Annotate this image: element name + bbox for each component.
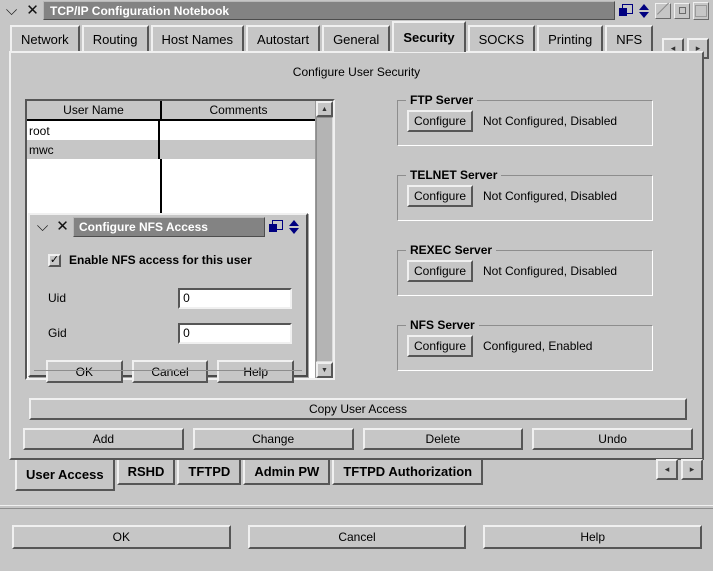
window-frame-icon[interactable] bbox=[693, 1, 709, 20]
group-content: Configure Not Configured, Disabled bbox=[407, 185, 617, 207]
minimize-icon[interactable]: ⌵ bbox=[34, 218, 51, 235]
user-list-rows: root mwc bbox=[27, 121, 315, 159]
restore-windows-icon[interactable] bbox=[267, 218, 283, 235]
bottom-tab-admin-pw[interactable]: Admin PW bbox=[243, 460, 331, 485]
nfs-titlebar-left-controls: ⌵ ✕ bbox=[32, 218, 71, 235]
nfs-titlebar-right-controls bbox=[267, 218, 304, 235]
scroll-down-button[interactable]: ▼ bbox=[316, 362, 333, 378]
group-label: TELNET Server bbox=[406, 168, 502, 182]
configure-button[interactable]: Configure bbox=[407, 260, 473, 282]
help-button[interactable]: Help bbox=[483, 525, 703, 549]
tab-general[interactable]: General bbox=[322, 25, 391, 52]
tab-autostart[interactable]: Autostart bbox=[246, 25, 321, 52]
group-label: REXEC Server bbox=[406, 243, 497, 257]
group-content: Configure Not Configured, Disabled bbox=[407, 260, 617, 282]
window-title-strip[interactable]: TCP/IP Configuration Notebook bbox=[43, 1, 615, 20]
nfs-dialog-title: Configure NFS Access bbox=[79, 219, 208, 234]
tab-routing[interactable]: Routing bbox=[81, 25, 149, 52]
footer-buttons: OK Cancel Help bbox=[12, 525, 703, 549]
user-list-row[interactable]: mwc bbox=[27, 140, 315, 159]
server-group-rexec: REXEC Server Configure Not Configured, Dis… bbox=[397, 243, 653, 296]
user-name-cell: root bbox=[27, 121, 160, 140]
small-window-icon[interactable] bbox=[674, 2, 690, 19]
cancel-button[interactable]: Cancel bbox=[247, 525, 467, 549]
close-icon[interactable]: ✕ bbox=[24, 2, 41, 19]
bottom-tab-tftpd-authorization[interactable]: TFTPD Authorization bbox=[332, 460, 484, 485]
configure-button[interactable]: Configure bbox=[407, 335, 473, 357]
tab-security[interactable]: Security bbox=[392, 21, 466, 52]
tab-network[interactable]: Network bbox=[10, 25, 80, 52]
nfs-dialog-body: ✓ Enable NFS access for this user Uid 0 … bbox=[32, 238, 304, 383]
column-header-user-name: User Name bbox=[27, 101, 162, 119]
server-group-nfs: NFS Server Configure Configured, Enabled bbox=[397, 318, 653, 371]
group-label: FTP Server bbox=[406, 93, 478, 107]
bottom-tab-next-button[interactable]: ▸ bbox=[681, 459, 703, 480]
uid-input[interactable]: 0 bbox=[178, 287, 292, 309]
page-title: Configure User Security bbox=[292, 65, 421, 79]
server-group-ftp: FTP Server Configure Not Configured, Disab… bbox=[397, 93, 653, 146]
up-down-arrows-icon[interactable] bbox=[286, 218, 302, 235]
uid-row: Uid 0 bbox=[48, 287, 292, 309]
status-text: Configured, Enabled bbox=[483, 339, 593, 353]
gid-input[interactable]: 0 bbox=[178, 322, 292, 344]
status-text: Not Configured, Disabled bbox=[483, 264, 618, 278]
bottom-tab-tftpd[interactable]: TFTPD bbox=[177, 460, 242, 485]
user-action-buttons: Add Change Delete Undo bbox=[23, 428, 693, 450]
maximize-icon[interactable] bbox=[655, 2, 671, 19]
tab-printing[interactable]: Printing bbox=[537, 25, 604, 52]
titlebar-left-controls: ⌵ ✕ bbox=[0, 2, 41, 19]
gid-label: Gid bbox=[48, 326, 67, 340]
window-title: TCP/IP Configuration Notebook bbox=[50, 3, 230, 18]
enable-nfs-access-label: Enable NFS access for this user bbox=[69, 253, 252, 267]
bottom-tab-prev-button[interactable]: ◂ bbox=[656, 459, 678, 480]
group-content: Configure Configured, Enabled bbox=[407, 335, 592, 357]
user-list-header: User Name Comments bbox=[27, 101, 315, 121]
group-label: NFS Server bbox=[406, 318, 479, 332]
bottom-tab-bar: User Access RSHD TFTPD Admin PW TFTPD Author… bbox=[9, 460, 704, 496]
tab-nfs[interactable]: NFS bbox=[605, 25, 654, 52]
bottom-tab-user-access[interactable]: User Access bbox=[15, 460, 115, 491]
server-group-telnet: TELNET Server Configure Not Configured, Di… bbox=[397, 168, 653, 221]
tab-socks[interactable]: SOCKS bbox=[467, 25, 536, 52]
user-list-row[interactable]: root bbox=[27, 121, 315, 140]
ok-button[interactable]: OK bbox=[12, 525, 231, 549]
dialog-footer: OK Cancel Help bbox=[0, 505, 713, 571]
bottom-tab-scroll-arrows: ◂ ▸ bbox=[656, 459, 703, 480]
scroll-up-button[interactable]: ▲ bbox=[316, 101, 333, 117]
group-content: Configure Not Configured, Disabled bbox=[407, 110, 617, 132]
user-name-cell: mwc bbox=[27, 140, 160, 159]
nfs-dialog-bottom-separator bbox=[34, 370, 302, 373]
status-text: Not Configured, Disabled bbox=[483, 189, 618, 203]
comments-cell bbox=[160, 121, 315, 140]
uid-label: Uid bbox=[48, 291, 67, 305]
change-button[interactable]: Change bbox=[192, 428, 354, 450]
comments-cell bbox=[160, 140, 315, 159]
up-down-arrows-icon[interactable] bbox=[636, 2, 652, 19]
bottom-tab-rshd[interactable]: RSHD bbox=[116, 460, 176, 485]
user-list-scrollbar[interactable]: ▲ ▼ bbox=[315, 101, 333, 378]
tab-host-names[interactable]: Host Names bbox=[150, 25, 245, 52]
nfs-dialog-title-strip[interactable]: Configure NFS Access bbox=[73, 216, 265, 237]
status-text: Not Configured, Disabled bbox=[483, 114, 618, 128]
undo-button[interactable]: Undo bbox=[532, 428, 693, 450]
window-titlebar: ⌵ ✕ TCP/IP Configuration Notebook bbox=[0, 0, 713, 21]
nfs-dialog-titlebar: ⌵ ✕ Configure NFS Access bbox=[32, 216, 304, 237]
top-tab-bar: Network Routing Host Names Autostart General… bbox=[0, 21, 713, 52]
delete-button[interactable]: Delete bbox=[362, 428, 524, 450]
configure-button[interactable]: Configure bbox=[407, 185, 473, 207]
restore-windows-icon[interactable] bbox=[617, 2, 633, 19]
configure-nfs-access-dialog: ⌵ ✕ Configure NFS Access ✓ Enable NFS ac… bbox=[28, 213, 308, 383]
add-button[interactable]: Add bbox=[23, 428, 184, 450]
gid-row: Gid 0 bbox=[48, 322, 292, 344]
titlebar-right-controls bbox=[617, 1, 713, 20]
column-header-comments: Comments bbox=[209, 103, 268, 117]
scrollbar-track[interactable] bbox=[316, 117, 333, 362]
configure-button[interactable]: Configure bbox=[407, 110, 473, 132]
footer-separator bbox=[0, 505, 713, 509]
copy-user-access-button[interactable]: Copy User Access bbox=[29, 398, 687, 420]
close-icon[interactable]: ✕ bbox=[54, 218, 71, 235]
enable-nfs-access-checkbox[interactable]: ✓ bbox=[48, 253, 61, 267]
enable-nfs-access-row[interactable]: ✓ Enable NFS access for this user bbox=[48, 253, 252, 267]
minimize-icon[interactable]: ⌵ bbox=[3, 2, 20, 19]
